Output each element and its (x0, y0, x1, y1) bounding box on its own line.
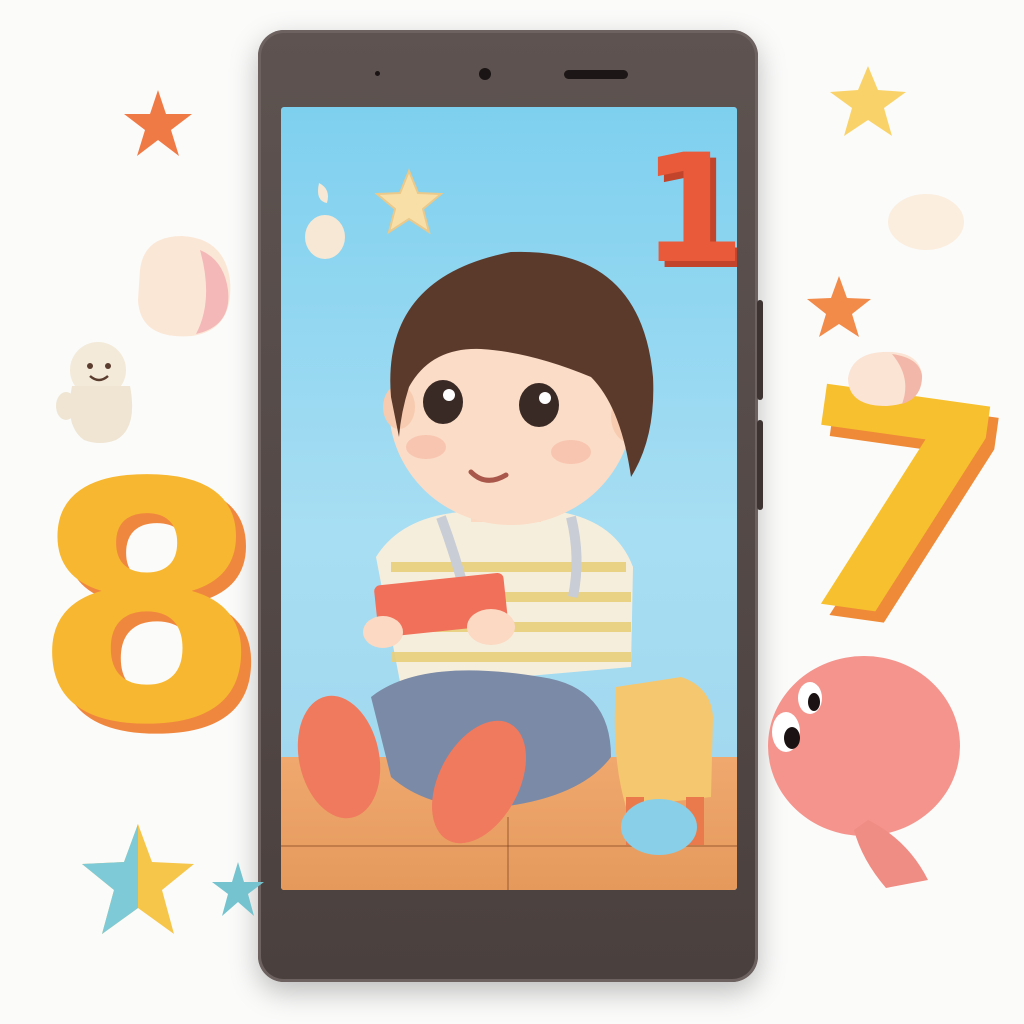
star-icon (212, 862, 264, 916)
child-illustration (297, 251, 713, 855)
front-camera (479, 68, 491, 80)
star-icon (830, 66, 906, 136)
earpiece-speaker (564, 70, 628, 79)
star-icon (82, 824, 194, 934)
star-icon (124, 90, 192, 156)
toy-ghost-icon (56, 342, 133, 443)
balloon-creature-icon (768, 656, 960, 888)
digit-eight: 8 (32, 413, 262, 797)
power-button[interactable] (757, 420, 763, 510)
proximity-sensor (375, 71, 380, 76)
marshmallow-icon (888, 194, 964, 250)
volume-button[interactable] (757, 300, 763, 400)
marshmallow-icon (138, 236, 231, 337)
star-icon (807, 276, 871, 337)
phone-screen[interactable]: 1 (281, 107, 737, 890)
star-icon (374, 168, 444, 235)
marshmallow-icon (848, 351, 923, 406)
